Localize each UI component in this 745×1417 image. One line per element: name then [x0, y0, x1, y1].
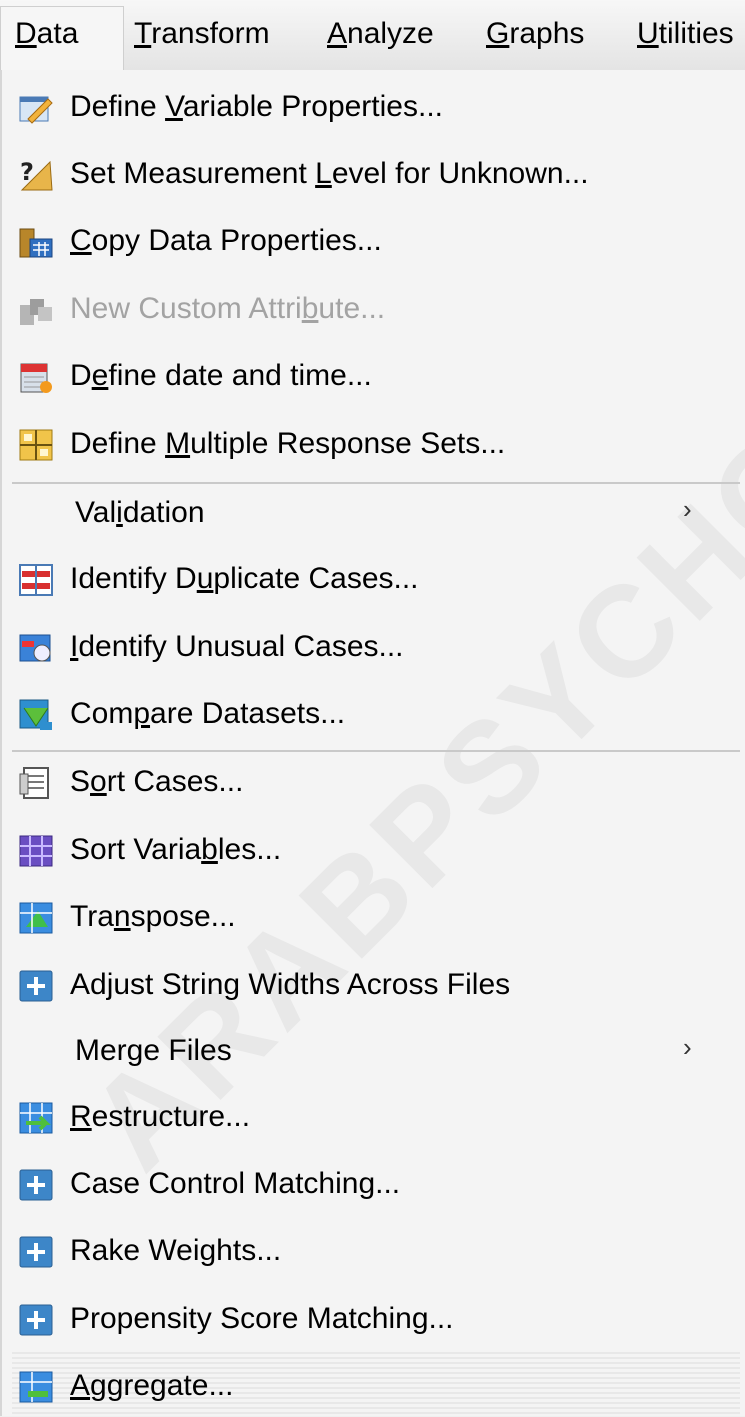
submenu-arrow-icon: › — [683, 494, 692, 524]
compare-datasets-icon — [18, 698, 54, 732]
copy-data-properties-icon — [18, 225, 54, 259]
menu-separator — [12, 750, 740, 752]
custom-attribute-icon — [18, 293, 54, 327]
menu-item-restructure[interactable]: Restructure... — [0, 1088, 745, 1148]
menu-item-sort-cases[interactable]: Sort Cases... — [0, 753, 745, 813]
menu-item-label: Merge Files — [75, 1034, 232, 1067]
menu-item-aggregate[interactable]: Aggregate... — [0, 1357, 745, 1417]
sort-variables-icon — [18, 834, 54, 868]
menu-item-label: Define date and time... — [70, 359, 372, 392]
menu-item-label: Aggregate... — [70, 1369, 234, 1402]
menu-item-new-custom-attribute: New Custom Attribute... — [0, 280, 745, 340]
menu-item-label: Propensity Score Matching... — [70, 1302, 454, 1335]
plus-icon — [18, 1168, 54, 1202]
menu-item-label: Copy Data Properties... — [70, 224, 382, 257]
menu-item-label: Define Variable Properties... — [70, 90, 443, 123]
menu-graphs[interactable]: Graphs — [486, 17, 584, 51]
menu-item-label: Case Control Matching... — [70, 1167, 401, 1200]
menu-utilities[interactable]: Utilities — [637, 17, 734, 51]
menu-item-label: New Custom Attribute... — [70, 292, 386, 325]
plus-icon — [18, 1235, 54, 1269]
menu-item-rake-weights[interactable]: Rake Weights... — [0, 1222, 745, 1282]
submenu-arrow-icon: › — [683, 1032, 692, 1062]
menu-item-merge-files[interactable]: Merge Files › — [0, 1022, 745, 1082]
menu-item-label: Compare Datasets... — [70, 697, 346, 730]
menu-item-label: Transpose... — [70, 900, 236, 933]
menu-data[interactable]: Data — [15, 17, 78, 51]
menu-item-label: Sort Cases... — [70, 765, 244, 798]
grid-icon — [18, 428, 54, 462]
calendar-icon — [18, 360, 54, 394]
menu-item-label: Set Measurement Level for Unknown... — [70, 157, 589, 190]
plus-icon — [18, 1303, 54, 1337]
menu-analyze[interactable]: Analyze — [327, 17, 434, 51]
menu-item-label: Adjust String Widths Across Files — [70, 968, 511, 1001]
menu-item-transpose[interactable]: Transpose... — [0, 888, 745, 948]
menu-item-define-multiple-response-sets[interactable]: Define Multiple Response Sets... — [0, 415, 745, 475]
menu-item-copy-data-properties[interactable]: Copy Data Properties... — [0, 212, 745, 272]
define-variable-properties-icon — [18, 91, 54, 125]
menu-item-label: Identify Duplicate Cases... — [70, 562, 419, 595]
menu-item-define-date-and-time[interactable]: Define date and time... — [0, 347, 745, 407]
menu-item-sort-variables[interactable]: Sort Variables... — [0, 821, 745, 881]
menu-item-case-control-matching[interactable]: Case Control Matching... — [0, 1155, 745, 1215]
menu-item-compare-datasets[interactable]: Compare Datasets... — [0, 685, 745, 745]
sort-cases-icon — [18, 766, 54, 800]
menu-item-label: Identify Unusual Cases... — [70, 630, 404, 663]
transpose-icon — [18, 901, 54, 935]
menu-item-propensity-score-matching[interactable]: Propensity Score Matching... — [0, 1290, 745, 1350]
menu-item-label: Restructure... — [70, 1100, 251, 1133]
restructure-icon — [18, 1101, 54, 1135]
menu-item-define-variable-properties[interactable]: Define Variable Properties... — [0, 78, 745, 138]
plus-icon — [18, 969, 54, 1003]
menu-bar: Data Transform Analyze Graphs Utilities — [0, 0, 745, 71]
menu-item-label: Rake Weights... — [70, 1234, 282, 1267]
menu-item-identify-duplicate-cases[interactable]: Identify Duplicate Cases... — [0, 550, 745, 610]
menu-item-label: Validation — [75, 496, 205, 529]
aggregate-icon — [18, 1370, 54, 1404]
menu-item-label: Sort Variables... — [70, 833, 282, 866]
menu-item-identify-unusual-cases[interactable]: Identify Unusual Cases... — [0, 618, 745, 678]
menu-item-set-measurement-level[interactable]: ? Set Measurement Level for Unknown... — [0, 145, 745, 205]
menu-item-validation[interactable]: Validation › — [0, 484, 745, 544]
menu-transform[interactable]: Transform — [134, 17, 270, 51]
unusual-cases-icon — [18, 631, 54, 665]
question-ruler-icon: ? — [18, 158, 54, 192]
menu-item-label: Define Multiple Response Sets... — [70, 427, 506, 460]
menu-item-adjust-string-widths[interactable]: Adjust String Widths Across Files — [0, 956, 745, 1016]
svg-text:?: ? — [20, 158, 34, 186]
duplicate-cases-icon — [18, 563, 54, 597]
